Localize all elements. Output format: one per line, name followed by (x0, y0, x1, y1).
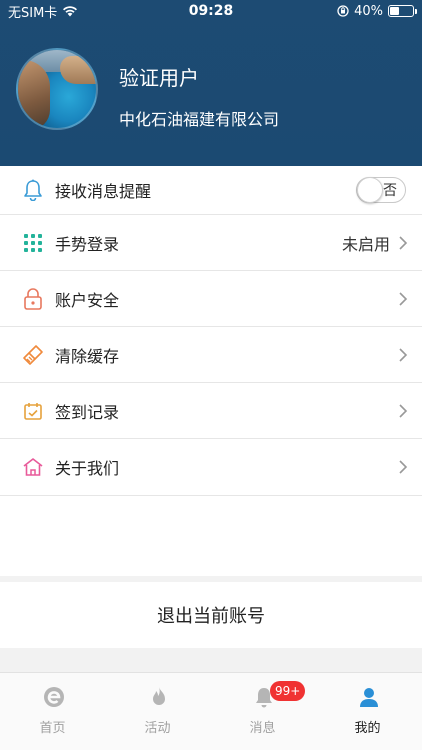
menu-item-about-us[interactable]: 关于我们 (0, 439, 422, 496)
menu-item-notifications: 接收消息提醒 否 (0, 166, 422, 215)
security-label: 账户安全 (55, 290, 120, 310)
toggle-text: 否 (383, 183, 397, 199)
chevron-right-icon (399, 291, 408, 306)
settings-menu: 接收消息提醒 否 手势登录 未启用 账户安全 清除缓存 签到记录 关于我们 (0, 166, 422, 496)
tab-mine-label: 我的 (354, 721, 381, 736)
about-label: 关于我们 (55, 459, 120, 478)
lock-icon (22, 287, 44, 310)
checkin-label: 签到记录 (55, 402, 120, 422)
flame-icon (153, 687, 165, 705)
tab-activity-label: 活动 (144, 721, 171, 736)
home-icon (22, 456, 44, 478)
chevron-right-icon (399, 347, 408, 362)
home-e-icon (44, 687, 64, 707)
tab-messages-label: 消息 (249, 721, 276, 736)
menu-item-checkin-records[interactable]: 签到记录 (0, 383, 422, 439)
notify-label: 接收消息提醒 (55, 182, 152, 201)
tab-home[interactable]: 首页 (0, 673, 105, 750)
battery-icon (388, 5, 417, 17)
tab-activity[interactable]: 活动 (105, 673, 210, 750)
bell-icon (22, 179, 44, 201)
notify-toggle[interactable]: 否 (356, 177, 406, 203)
blank-area (0, 496, 422, 576)
status-time: 09:28 (188, 3, 234, 19)
chevron-right-icon (399, 460, 408, 474)
menu-item-gesture-login[interactable]: 手势登录 未启用 (0, 215, 422, 271)
status-bar: 无SIM卡 09:28 40% (0, 0, 422, 22)
user-icon (360, 688, 378, 707)
user-name: 验证用户 (119, 66, 199, 90)
user-company: 中化石油福建有限公司 (119, 110, 280, 129)
broom-icon (22, 344, 44, 366)
toggle-knob (357, 177, 383, 203)
logout-button[interactable]: 退出当前账号 (0, 582, 422, 648)
menu-item-account-security[interactable]: 账户安全 (0, 271, 422, 327)
messages-badge: 99+ (270, 681, 306, 701)
tab-messages[interactable]: 99+ 消息 (210, 673, 315, 750)
gesture-status: 未启用 (341, 234, 390, 254)
tab-mine[interactable]: 我的 (315, 673, 420, 750)
chevron-right-icon (399, 403, 408, 418)
menu-item-clear-cache[interactable]: 清除缓存 (0, 327, 422, 383)
tab-bar: 首页 活动 99+ 消息 我的 (0, 672, 422, 750)
profile-header: 无SIM卡 09:28 40% 验证用户 中化石油福建有限公司 (0, 0, 422, 166)
calendar-icon (22, 400, 44, 422)
tab-home-label: 首页 (39, 721, 66, 736)
cache-label: 清除缓存 (55, 346, 120, 366)
chevron-right-icon (399, 235, 408, 250)
logout-label: 退出当前账号 (157, 606, 265, 627)
avatar[interactable] (16, 48, 98, 130)
gesture-label: 手势登录 (55, 234, 120, 254)
gesture-grid-icon (22, 232, 44, 254)
